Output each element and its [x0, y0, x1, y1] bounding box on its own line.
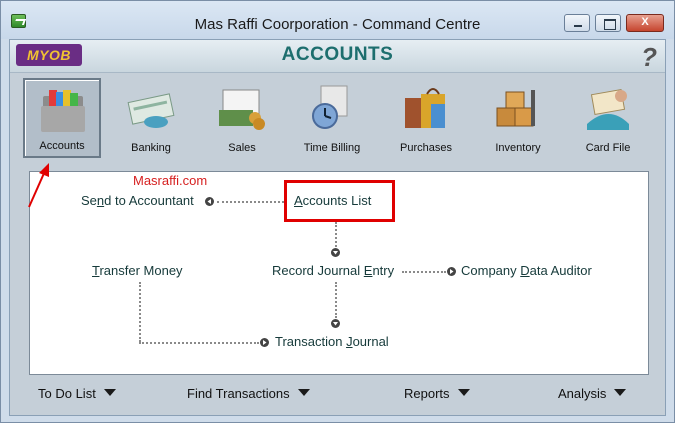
- help-icon[interactable]: ?: [641, 42, 657, 73]
- todo-list-menu[interactable]: To Do List: [38, 386, 116, 401]
- reports-menu[interactable]: Reports: [404, 386, 470, 401]
- toolbar-sales[interactable]: Sales: [203, 78, 281, 158]
- transfer-money-link[interactable]: Transfer Money: [92, 263, 183, 278]
- header-band: MYOB ACCOUNTS ?: [10, 40, 665, 73]
- find-transactions-menu[interactable]: Find Transactions: [187, 386, 310, 401]
- connector-line: [139, 282, 141, 342]
- toolbar-card-file[interactable]: Card File: [569, 78, 647, 158]
- toolbar-sales-label: Sales: [228, 142, 256, 154]
- chevron-down-icon: [457, 389, 470, 396]
- banking-cheque-icon: [127, 93, 175, 128]
- connector-line: [335, 222, 337, 247]
- company-data-auditor-link[interactable]: Company Data Auditor: [461, 263, 592, 278]
- chevron-down-icon: [297, 389, 310, 396]
- inventory-boxes-icon: [496, 90, 535, 127]
- toolbar-banking[interactable]: Banking: [112, 78, 190, 158]
- toolbar-time-billing-label: Time Billing: [303, 142, 361, 154]
- arrow-down-icon: [331, 319, 340, 328]
- arrow-right-icon: [260, 338, 269, 347]
- accounts-flow-panel: Masraffi.com Send to Accountant Accounts…: [29, 171, 649, 375]
- sales-money-icon: [219, 89, 265, 130]
- toolbar-banking-label: Banking: [131, 142, 171, 154]
- arrow-left-icon: [205, 197, 214, 206]
- title-bar[interactable]: Mas Raffi Coorporation - Command Centre …: [1, 1, 674, 39]
- highlight-box: [284, 180, 395, 222]
- command-centre-client: MYOB ACCOUNTS ? Accounts Banking Sales T…: [9, 39, 666, 416]
- watermark-text: Masraffi.com: [133, 173, 208, 188]
- close-button[interactable]: X: [626, 14, 664, 32]
- arrow-right-icon: [447, 267, 456, 276]
- purchases-bags-icon: [405, 88, 445, 128]
- send-to-accountant-link[interactable]: Send to Accountant: [81, 193, 194, 208]
- command-centre-window: Mas Raffi Coorporation - Command Centre …: [0, 0, 675, 423]
- analysis-menu[interactable]: Analysis: [558, 386, 627, 401]
- toolbar-inventory-label: Inventory: [495, 142, 541, 154]
- connector-line: [139, 342, 259, 344]
- maximize-button[interactable]: [595, 14, 621, 32]
- toolbar-purchases[interactable]: Purchases: [387, 78, 465, 158]
- chevron-down-icon: [614, 389, 627, 396]
- toolbar-accounts-label: Accounts: [39, 140, 85, 152]
- page-title: ACCOUNTS: [281, 44, 394, 65]
- time-billing-clock-icon: [312, 85, 348, 129]
- accounts-folders-icon: [41, 90, 85, 132]
- connector-line: [402, 271, 446, 273]
- annotation-arrow-icon: [28, 163, 49, 208]
- connector-line: [217, 201, 284, 203]
- arrow-down-icon: [331, 248, 340, 257]
- chevron-down-icon: [103, 389, 116, 396]
- transaction-journal-link[interactable]: Transaction Journal: [275, 334, 389, 349]
- toolbar-purchases-label: Purchases: [400, 142, 452, 154]
- connector-line: [335, 282, 337, 318]
- module-toolbar: Accounts Banking Sales Time Billing Purc…: [10, 74, 665, 162]
- card-file-icon: [587, 88, 629, 130]
- toolbar-time-billing[interactable]: Time Billing: [293, 78, 371, 158]
- toolbar-inventory[interactable]: Inventory: [479, 78, 557, 158]
- record-journal-entry-link[interactable]: Record Journal Entry: [272, 263, 394, 278]
- toolbar-card-file-label: Card File: [585, 142, 631, 154]
- minimize-button[interactable]: [564, 14, 590, 32]
- toolbar-accounts[interactable]: Accounts: [23, 78, 101, 158]
